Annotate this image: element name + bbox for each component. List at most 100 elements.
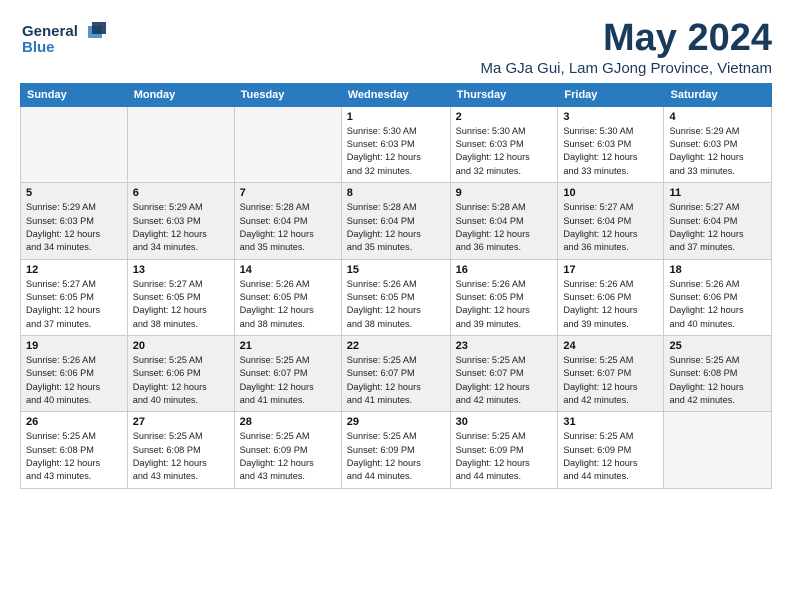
- day-info: Sunrise: 5:26 AM Sunset: 6:06 PM Dayligh…: [26, 354, 122, 407]
- day-number: 21: [240, 340, 336, 352]
- day-info: Sunrise: 5:25 AM Sunset: 6:08 PM Dayligh…: [133, 430, 229, 483]
- location-title: Ma GJa Gui, Lam GJong Province, Vietnam: [480, 60, 772, 77]
- day-info: Sunrise: 5:28 AM Sunset: 6:04 PM Dayligh…: [456, 201, 553, 254]
- calendar-cell-4-5: 31 Sunrise: 5:25 AM Sunset: 6:09 PM Dayli…: [558, 412, 664, 488]
- calendar-cell-3-6: 25 Sunrise: 5:25 AM Sunset: 6:08 PM Dayli…: [664, 335, 772, 411]
- day-info: Sunrise: 5:28 AM Sunset: 6:04 PM Dayligh…: [347, 201, 445, 254]
- calendar-week-2: 12 Sunrise: 5:27 AM Sunset: 6:05 PM Dayli…: [21, 259, 772, 335]
- calendar-cell-1-4: 9 Sunrise: 5:28 AM Sunset: 6:04 PM Daylig…: [450, 183, 558, 259]
- day-number: 31: [563, 416, 658, 428]
- day-number: 7: [240, 187, 336, 199]
- calendar-cell-2-3: 15Sunrise: 5:26 AM Sunset: 6:05 PM Dayli…: [341, 259, 450, 335]
- day-number: 14: [240, 264, 336, 276]
- day-number: 25: [669, 340, 766, 352]
- header-tuesday: Tuesday: [234, 83, 341, 106]
- calendar-cell-2-2: 14 Sunrise: 5:26 AM Sunset: 6:05 PM Dayli…: [234, 259, 341, 335]
- day-info: Sunrise: 5:30 AM Sunset: 6:03 PM Dayligh…: [563, 125, 658, 178]
- calendar-cell-1-6: 11Sunrise: 5:27 AM Sunset: 6:04 PM Dayli…: [664, 183, 772, 259]
- calendar-cell-2-1: 13Sunrise: 5:27 AM Sunset: 6:05 PM Dayli…: [127, 259, 234, 335]
- day-number: 17: [563, 264, 658, 276]
- calendar-week-3: 19 Sunrise: 5:26 AM Sunset: 6:06 PM Dayli…: [21, 335, 772, 411]
- day-info: Sunrise: 5:25 AM Sunset: 6:07 PM Dayligh…: [240, 354, 336, 407]
- svg-text:General: General: [22, 23, 78, 40]
- calendar-cell-4-2: 28Sunrise: 5:25 AM Sunset: 6:09 PM Dayli…: [234, 412, 341, 488]
- calendar-cell-1-1: 6 Sunrise: 5:29 AM Sunset: 6:03 PM Daylig…: [127, 183, 234, 259]
- day-number: 9: [456, 187, 553, 199]
- day-info: Sunrise: 5:25 AM Sunset: 6:09 PM Dayligh…: [563, 430, 658, 483]
- day-info: Sunrise: 5:30 AM Sunset: 6:03 PM Dayligh…: [347, 125, 445, 178]
- header-wednesday: Wednesday: [341, 83, 450, 106]
- calendar-cell-3-1: 20Sunrise: 5:25 AM Sunset: 6:06 PM Dayli…: [127, 335, 234, 411]
- day-number: 15: [347, 264, 445, 276]
- month-title: May 2024: [480, 18, 772, 60]
- day-info: Sunrise: 5:25 AM Sunset: 6:07 PM Dayligh…: [347, 354, 445, 407]
- day-number: 6: [133, 187, 229, 199]
- calendar-week-0: 1 Sunrise: 5:30 AM Sunset: 6:03 PM Daylig…: [21, 106, 772, 182]
- calendar-cell-3-2: 21 Sunrise: 5:25 AM Sunset: 6:07 PM Dayli…: [234, 335, 341, 411]
- calendar-cell-0-5: 3 Sunrise: 5:30 AM Sunset: 6:03 PM Daylig…: [558, 106, 664, 182]
- day-info: Sunrise: 5:30 AM Sunset: 6:03 PM Dayligh…: [456, 125, 553, 178]
- day-number: 20: [133, 340, 229, 352]
- day-info: Sunrise: 5:26 AM Sunset: 6:05 PM Dayligh…: [240, 278, 336, 331]
- calendar-cell-1-3: 8 Sunrise: 5:28 AM Sunset: 6:04 PM Daylig…: [341, 183, 450, 259]
- day-info: Sunrise: 5:29 AM Sunset: 6:03 PM Dayligh…: [669, 125, 766, 178]
- day-number: 23: [456, 340, 553, 352]
- day-info: Sunrise: 5:25 AM Sunset: 6:08 PM Dayligh…: [26, 430, 122, 483]
- header-monday: Monday: [127, 83, 234, 106]
- calendar-cell-2-0: 12 Sunrise: 5:27 AM Sunset: 6:05 PM Dayli…: [21, 259, 128, 335]
- day-number: 10: [563, 187, 658, 199]
- day-number: 22: [347, 340, 445, 352]
- day-number: 29: [347, 416, 445, 428]
- day-info: Sunrise: 5:27 AM Sunset: 6:04 PM Dayligh…: [669, 201, 766, 254]
- day-info: Sunrise: 5:27 AM Sunset: 6:05 PM Dayligh…: [26, 278, 122, 331]
- header-thursday: Thursday: [450, 83, 558, 106]
- day-number: 5: [26, 187, 122, 199]
- day-number: 24: [563, 340, 658, 352]
- day-info: Sunrise: 5:25 AM Sunset: 6:09 PM Dayligh…: [456, 430, 553, 483]
- day-info: Sunrise: 5:25 AM Sunset: 6:08 PM Dayligh…: [669, 354, 766, 407]
- day-number: 19: [26, 340, 122, 352]
- calendar-cell-3-4: 23Sunrise: 5:25 AM Sunset: 6:07 PM Dayli…: [450, 335, 558, 411]
- calendar-cell-0-6: 4 Sunrise: 5:29 AM Sunset: 6:03 PM Daylig…: [664, 106, 772, 182]
- calendar-cell-2-5: 17 Sunrise: 5:26 AM Sunset: 6:06 PM Dayli…: [558, 259, 664, 335]
- day-info: Sunrise: 5:27 AM Sunset: 6:04 PM Dayligh…: [563, 201, 658, 254]
- day-number: 26: [26, 416, 122, 428]
- calendar-cell-4-4: 30Sunrise: 5:25 AM Sunset: 6:09 PM Dayli…: [450, 412, 558, 488]
- day-number: 12: [26, 264, 122, 276]
- day-number: 8: [347, 187, 445, 199]
- day-number: 28: [240, 416, 336, 428]
- day-info: Sunrise: 5:25 AM Sunset: 6:09 PM Dayligh…: [347, 430, 445, 483]
- calendar-cell-0-1: [127, 106, 234, 182]
- day-number: 1: [347, 111, 445, 123]
- day-number: 2: [456, 111, 553, 123]
- header-sunday: Sunday: [21, 83, 128, 106]
- calendar-cell-4-0: 26 Sunrise: 5:25 AM Sunset: 6:08 PM Dayli…: [21, 412, 128, 488]
- day-number: 4: [669, 111, 766, 123]
- calendar-table: Sunday Monday Tuesday Wednesday Thursday…: [20, 83, 772, 489]
- calendar-cell-2-6: 18Sunrise: 5:26 AM Sunset: 6:06 PM Dayli…: [664, 259, 772, 335]
- day-info: Sunrise: 5:26 AM Sunset: 6:06 PM Dayligh…: [563, 278, 658, 331]
- calendar-cell-0-0: [21, 106, 128, 182]
- calendar-cell-0-3: 1 Sunrise: 5:30 AM Sunset: 6:03 PM Daylig…: [341, 106, 450, 182]
- day-number: 3: [563, 111, 658, 123]
- day-info: Sunrise: 5:28 AM Sunset: 6:04 PM Dayligh…: [240, 201, 336, 254]
- day-info: Sunrise: 5:27 AM Sunset: 6:05 PM Dayligh…: [133, 278, 229, 331]
- svg-text:Blue: Blue: [22, 39, 55, 56]
- day-number: 18: [669, 264, 766, 276]
- day-number: 16: [456, 264, 553, 276]
- calendar-cell-3-3: 22 Sunrise: 5:25 AM Sunset: 6:07 PM Dayli…: [341, 335, 450, 411]
- logo: General Blue: [20, 18, 110, 58]
- calendar-cell-3-5: 24Sunrise: 5:25 AM Sunset: 6:07 PM Dayli…: [558, 335, 664, 411]
- calendar-week-1: 5 Sunrise: 5:29 AM Sunset: 6:03 PM Daylig…: [21, 183, 772, 259]
- header: General Blue May 2024 Ma GJa Gui, Lam GJ…: [20, 18, 772, 77]
- calendar-week-4: 26 Sunrise: 5:25 AM Sunset: 6:08 PM Dayli…: [21, 412, 772, 488]
- day-number: 27: [133, 416, 229, 428]
- calendar-cell-3-0: 19 Sunrise: 5:26 AM Sunset: 6:06 PM Dayli…: [21, 335, 128, 411]
- header-row: Sunday Monday Tuesday Wednesday Thursday…: [21, 83, 772, 106]
- calendar-cell-2-4: 16Sunrise: 5:26 AM Sunset: 6:05 PM Dayli…: [450, 259, 558, 335]
- title-block: May 2024 Ma GJa Gui, Lam GJong Province,…: [480, 18, 772, 77]
- calendar-cell-4-3: 29 Sunrise: 5:25 AM Sunset: 6:09 PM Dayli…: [341, 412, 450, 488]
- calendar-cell-4-1: 27 Sunrise: 5:25 AM Sunset: 6:08 PM Dayli…: [127, 412, 234, 488]
- logo-svg: General Blue: [20, 18, 110, 58]
- day-info: Sunrise: 5:29 AM Sunset: 6:03 PM Dayligh…: [133, 201, 229, 254]
